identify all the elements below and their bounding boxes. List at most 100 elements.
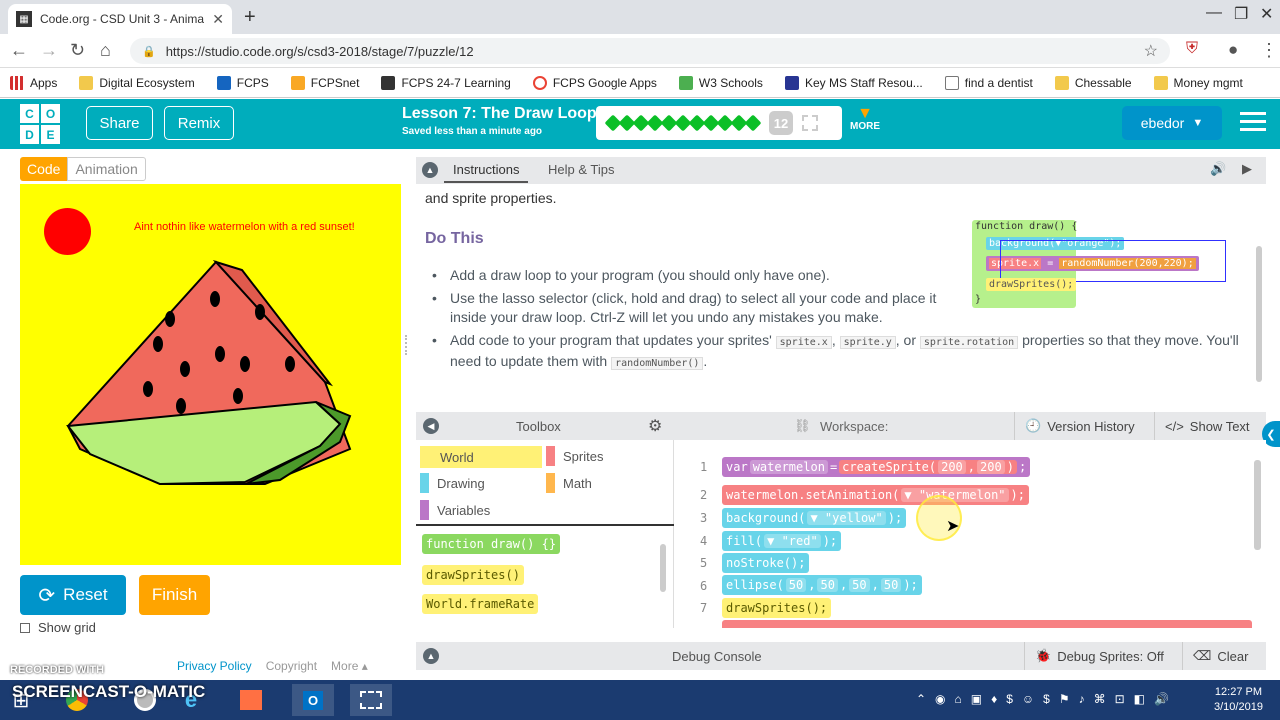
bookmark-key-ms-staff[interactable]: Key MS Staff Resou... bbox=[784, 75, 923, 90]
bookmark-fcpsnet[interactable]: FCPSnet bbox=[290, 75, 360, 90]
remix-button[interactable]: Remix bbox=[164, 106, 234, 140]
code-line-8-partial[interactable] bbox=[722, 620, 1252, 628]
code-token: noStroke(); bbox=[726, 556, 806, 570]
code-line-3[interactable]: background( ▼ "yellow" ); bbox=[722, 508, 907, 528]
completed-level-dot[interactable] bbox=[744, 114, 762, 132]
instructions-body: and sprite properties. Do This Add a dra… bbox=[416, 184, 1266, 398]
code-line-7[interactable]: drawSprites(); bbox=[722, 598, 832, 618]
more-footer-link[interactable]: More ▴ bbox=[331, 659, 368, 673]
bookmark-apps[interactable]: Apps bbox=[10, 75, 57, 90]
category-drawing[interactable]: Drawing bbox=[420, 473, 485, 493]
copyright-link[interactable]: Copyright bbox=[266, 659, 317, 673]
folder-icon bbox=[1153, 75, 1168, 90]
taskbar-clock[interactable]: 12:27 PM 3/10/2019 bbox=[1214, 685, 1263, 715]
bookmark-label: FCPS 24-7 Learning bbox=[401, 75, 511, 90]
show-text-button[interactable]: </> Show Text bbox=[1154, 412, 1260, 440]
collapse-instructions-icon[interactable]: ▲ bbox=[422, 162, 438, 178]
browser-tab[interactable]: ▦ Code.org - CSD Unit 3 - Animatic ✕ bbox=[8, 4, 232, 34]
code-line-4[interactable]: fill( ▼ "red" ); bbox=[722, 531, 842, 551]
code-line-5[interactable]: noStroke(); bbox=[722, 553, 810, 573]
watermelon-sprite bbox=[66, 259, 352, 486]
code-token: ); bbox=[887, 511, 903, 525]
lesson-title[interactable]: Lesson 7: The Draw Loop bbox=[402, 105, 597, 123]
unplugged-level-icon[interactable] bbox=[802, 115, 818, 131]
play-icon[interactable]: ▶ bbox=[1242, 161, 1252, 177]
bookmark-label: FCPSnet bbox=[310, 75, 360, 90]
code-token: ellipse( bbox=[726, 578, 784, 592]
outlook-taskbar-icon[interactable]: O bbox=[292, 684, 334, 716]
code-line-1[interactable]: var watermelon = createSprite(200, 200) ; bbox=[722, 457, 1031, 477]
system-tray-icons[interactable]: ⌃◉⌂▣♦$☺$⚑♪⌘⊡◧🔊 bbox=[916, 692, 1178, 706]
animation-tab[interactable]: Animation bbox=[67, 157, 146, 181]
bookmark-digital-ecosystem[interactable]: Digital Ecosystem bbox=[79, 75, 195, 90]
bookmark-fcps-247[interactable]: FCPS 24-7 Learning bbox=[381, 75, 511, 90]
instructions-scrollbar[interactable] bbox=[1256, 246, 1262, 382]
bookmark-w3schools[interactable]: W3 Schools bbox=[678, 75, 763, 90]
current-level-badge[interactable]: 12 bbox=[769, 111, 793, 135]
workspace-scrollbar[interactable] bbox=[1254, 460, 1261, 550]
home-icon[interactable]: ⌂ bbox=[100, 40, 111, 61]
toolbox-scrollbar[interactable] bbox=[660, 544, 666, 592]
category-math[interactable]: Math bbox=[546, 473, 592, 493]
bookmark-label: Money mgmt bbox=[1173, 75, 1243, 90]
gear-icon[interactable]: ⚙ bbox=[648, 416, 662, 436]
category-sprites[interactable]: Sprites bbox=[546, 446, 603, 466]
expand-debug-icon[interactable]: ▲ bbox=[423, 648, 439, 664]
chrome-menu-icon[interactable]: ⋮ bbox=[1260, 40, 1278, 61]
code-workspace[interactable]: 1 var watermelon = createSprite(200, 200)… bbox=[674, 440, 1266, 628]
finish-button[interactable]: Finish bbox=[139, 575, 210, 615]
debug-sprites-button[interactable]: 🐞 Debug Sprites: Off bbox=[1024, 642, 1174, 670]
tab-instructions[interactable]: Instructions bbox=[444, 162, 529, 183]
close-tab-icon[interactable]: ✕ bbox=[212, 11, 224, 28]
speaker-icon[interactable]: 🔊 bbox=[1210, 161, 1226, 177]
bookmark-fcps[interactable]: FCPS bbox=[216, 75, 269, 90]
forward-icon[interactable]: → bbox=[40, 40, 58, 61]
code-tab[interactable]: Code bbox=[20, 157, 68, 181]
palette-drawsprites-block[interactable]: drawSprites() bbox=[422, 565, 524, 585]
palette-function-draw-block[interactable]: function draw() {} bbox=[422, 534, 561, 554]
panel-resize-handle[interactable] bbox=[405, 335, 409, 355]
media-player-taskbar-icon[interactable] bbox=[230, 684, 272, 716]
snipping-tool-taskbar-icon[interactable] bbox=[350, 684, 392, 716]
reset-button[interactable]: ⟳ Reset bbox=[20, 575, 126, 615]
folder-icon bbox=[79, 75, 94, 90]
collapse-toolbox-icon[interactable]: ◀ bbox=[423, 418, 439, 434]
share-button[interactable]: Share bbox=[86, 106, 153, 140]
code-line-6[interactable]: ellipse(50, 50, 50, 50); bbox=[722, 575, 922, 595]
bookmark-find-dentist[interactable]: find a dentist bbox=[944, 75, 1033, 90]
address-bar[interactable]: 🔒 https://studio.code.org/s/csd3-2018/st… bbox=[130, 38, 1170, 64]
chevron-down-icon: ▼ bbox=[1192, 117, 1204, 129]
game-stage[interactable]: Aint nothin like watermelon with a red s… bbox=[20, 184, 401, 565]
category-label: Math bbox=[563, 475, 592, 491]
codeorg-logo[interactable]: C O D E bbox=[20, 104, 60, 144]
user-menu[interactable]: ebedor ▼ bbox=[1122, 106, 1222, 140]
show-grid-checkbox[interactable]: Show grid bbox=[20, 620, 96, 635]
code-token: 50 bbox=[880, 578, 902, 592]
new-tab-icon[interactable]: + bbox=[244, 6, 256, 29]
example-code-image: function draw() { background(▼"orange");… bbox=[972, 220, 1228, 312]
minimize-icon[interactable]: — bbox=[1206, 4, 1222, 22]
palette-framerate-block[interactable]: World.frameRate bbox=[422, 594, 539, 614]
category-variables[interactable]: Variables bbox=[420, 500, 490, 520]
more-levels-button[interactable]: ▼ MORE bbox=[850, 106, 880, 133]
version-history-button[interactable]: 🕘 Version History bbox=[1014, 412, 1145, 440]
hamburger-menu-icon[interactable] bbox=[1240, 112, 1266, 136]
profile-icon[interactable]: ● bbox=[1228, 40, 1238, 60]
back-icon[interactable]: ← bbox=[10, 40, 28, 61]
maximize-icon[interactable]: ❐ bbox=[1234, 4, 1248, 24]
bookmark-chessable[interactable]: Chessable bbox=[1054, 75, 1132, 90]
debug-console-label[interactable]: Debug Console bbox=[672, 649, 762, 664]
extension-shield-icon[interactable]: ⛨ bbox=[1186, 40, 1198, 58]
close-window-icon[interactable]: ✕ bbox=[1260, 4, 1273, 24]
clear-button[interactable]: ⌫ Clear bbox=[1182, 642, 1258, 670]
privacy-policy-link[interactable]: Privacy Policy bbox=[177, 659, 252, 673]
bookmark-fcps-google-apps[interactable]: FCPS Google Apps bbox=[532, 75, 657, 90]
code-line-2[interactable]: watermelon.setAnimation( ▼ "watermelon" … bbox=[722, 485, 1029, 505]
reload-icon[interactable]: ↻ bbox=[70, 40, 85, 61]
line-number: 4 bbox=[700, 534, 708, 548]
bookmark-money-mgmt[interactable]: Money mgmt bbox=[1153, 75, 1243, 90]
bookmark-star-icon[interactable]: ☆ bbox=[1144, 41, 1158, 61]
tab-help-tips[interactable]: Help & Tips bbox=[548, 162, 614, 177]
checkbox-box[interactable] bbox=[20, 622, 30, 633]
category-world[interactable]: World bbox=[420, 446, 542, 468]
